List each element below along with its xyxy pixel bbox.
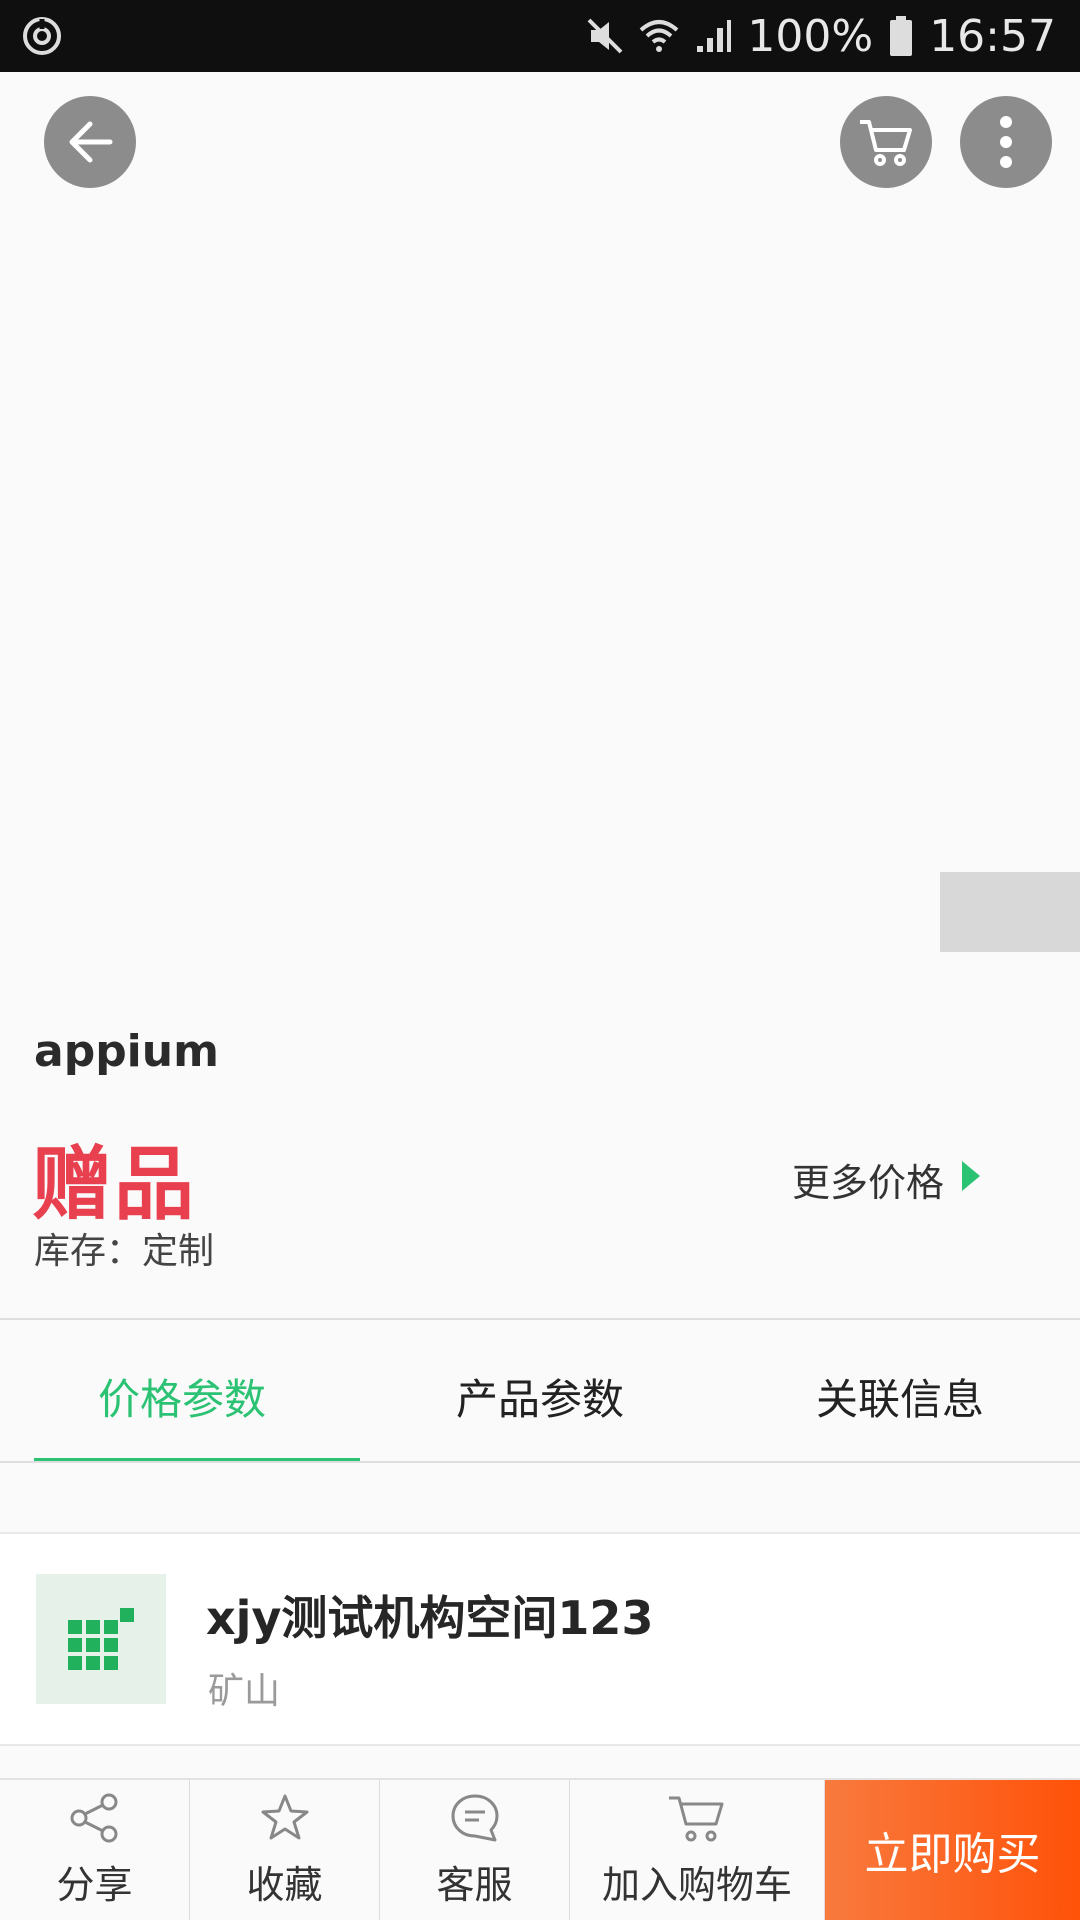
cart-button[interactable]	[840, 96, 932, 188]
back-arrow-icon	[62, 114, 118, 170]
signal-icon	[693, 16, 733, 56]
grid-logo-icon	[66, 1602, 136, 1676]
seller-name: xjy测试机构空间123	[206, 1591, 654, 1645]
chevron-right-icon	[960, 1158, 982, 1202]
wifi-icon	[639, 16, 679, 56]
product-image-area[interactable]	[0, 72, 1080, 992]
share-label: 分享	[56, 1862, 133, 1907]
favorite-label: 收藏	[246, 1862, 323, 1907]
seller-location: 矿山	[208, 1671, 281, 1712]
image-thumbnail-stub[interactable]	[940, 872, 1080, 952]
more-price-label: 更多价格	[792, 1161, 945, 1205]
more-options-button[interactable]	[960, 96, 1052, 188]
stock-info: 库存：定制	[34, 1231, 215, 1272]
more-price-link[interactable]: 更多价格	[792, 1152, 982, 1207]
status-bar: 100% 16:57	[0, 0, 1080, 72]
tab-product-params[interactable]: 产品参数	[456, 1366, 624, 1427]
price-label: 赠品	[32, 1138, 196, 1231]
star-icon	[259, 1792, 311, 1848]
seller-logo	[36, 1574, 166, 1704]
clock: 16:57	[929, 10, 1056, 62]
product-title: appium	[34, 1026, 219, 1077]
app-notification-icon	[20, 14, 64, 58]
share-icon	[69, 1792, 121, 1848]
tab-price-params[interactable]: 价格参数	[98, 1366, 266, 1427]
status-icons: 100% 16:57	[585, 0, 1056, 72]
favorite-button[interactable]: 收藏	[190, 1780, 380, 1920]
card-divider-bottom	[0, 1744, 1080, 1746]
customer-service-label: 客服	[436, 1862, 513, 1907]
mute-icon	[585, 16, 625, 56]
tab-related-info[interactable]: 关联信息	[816, 1366, 984, 1427]
back-button[interactable]	[44, 96, 136, 188]
cart-icon	[665, 1792, 729, 1848]
share-button[interactable]: 分享	[0, 1780, 190, 1920]
section-divider	[0, 1318, 1080, 1320]
tabs-divider	[0, 1461, 1080, 1463]
battery-percent: 100%	[747, 10, 874, 62]
add-to-cart-button[interactable]: 加入购物车	[570, 1780, 825, 1920]
buy-now-button[interactable]: 立即购买	[825, 1780, 1080, 1920]
more-vertical-icon	[996, 112, 1016, 172]
cart-icon	[856, 114, 916, 170]
chat-icon	[449, 1792, 501, 1848]
customer-service-button[interactable]: 客服	[380, 1780, 570, 1920]
add-to-cart-label: 加入购物车	[601, 1862, 792, 1907]
battery-icon	[887, 14, 915, 58]
